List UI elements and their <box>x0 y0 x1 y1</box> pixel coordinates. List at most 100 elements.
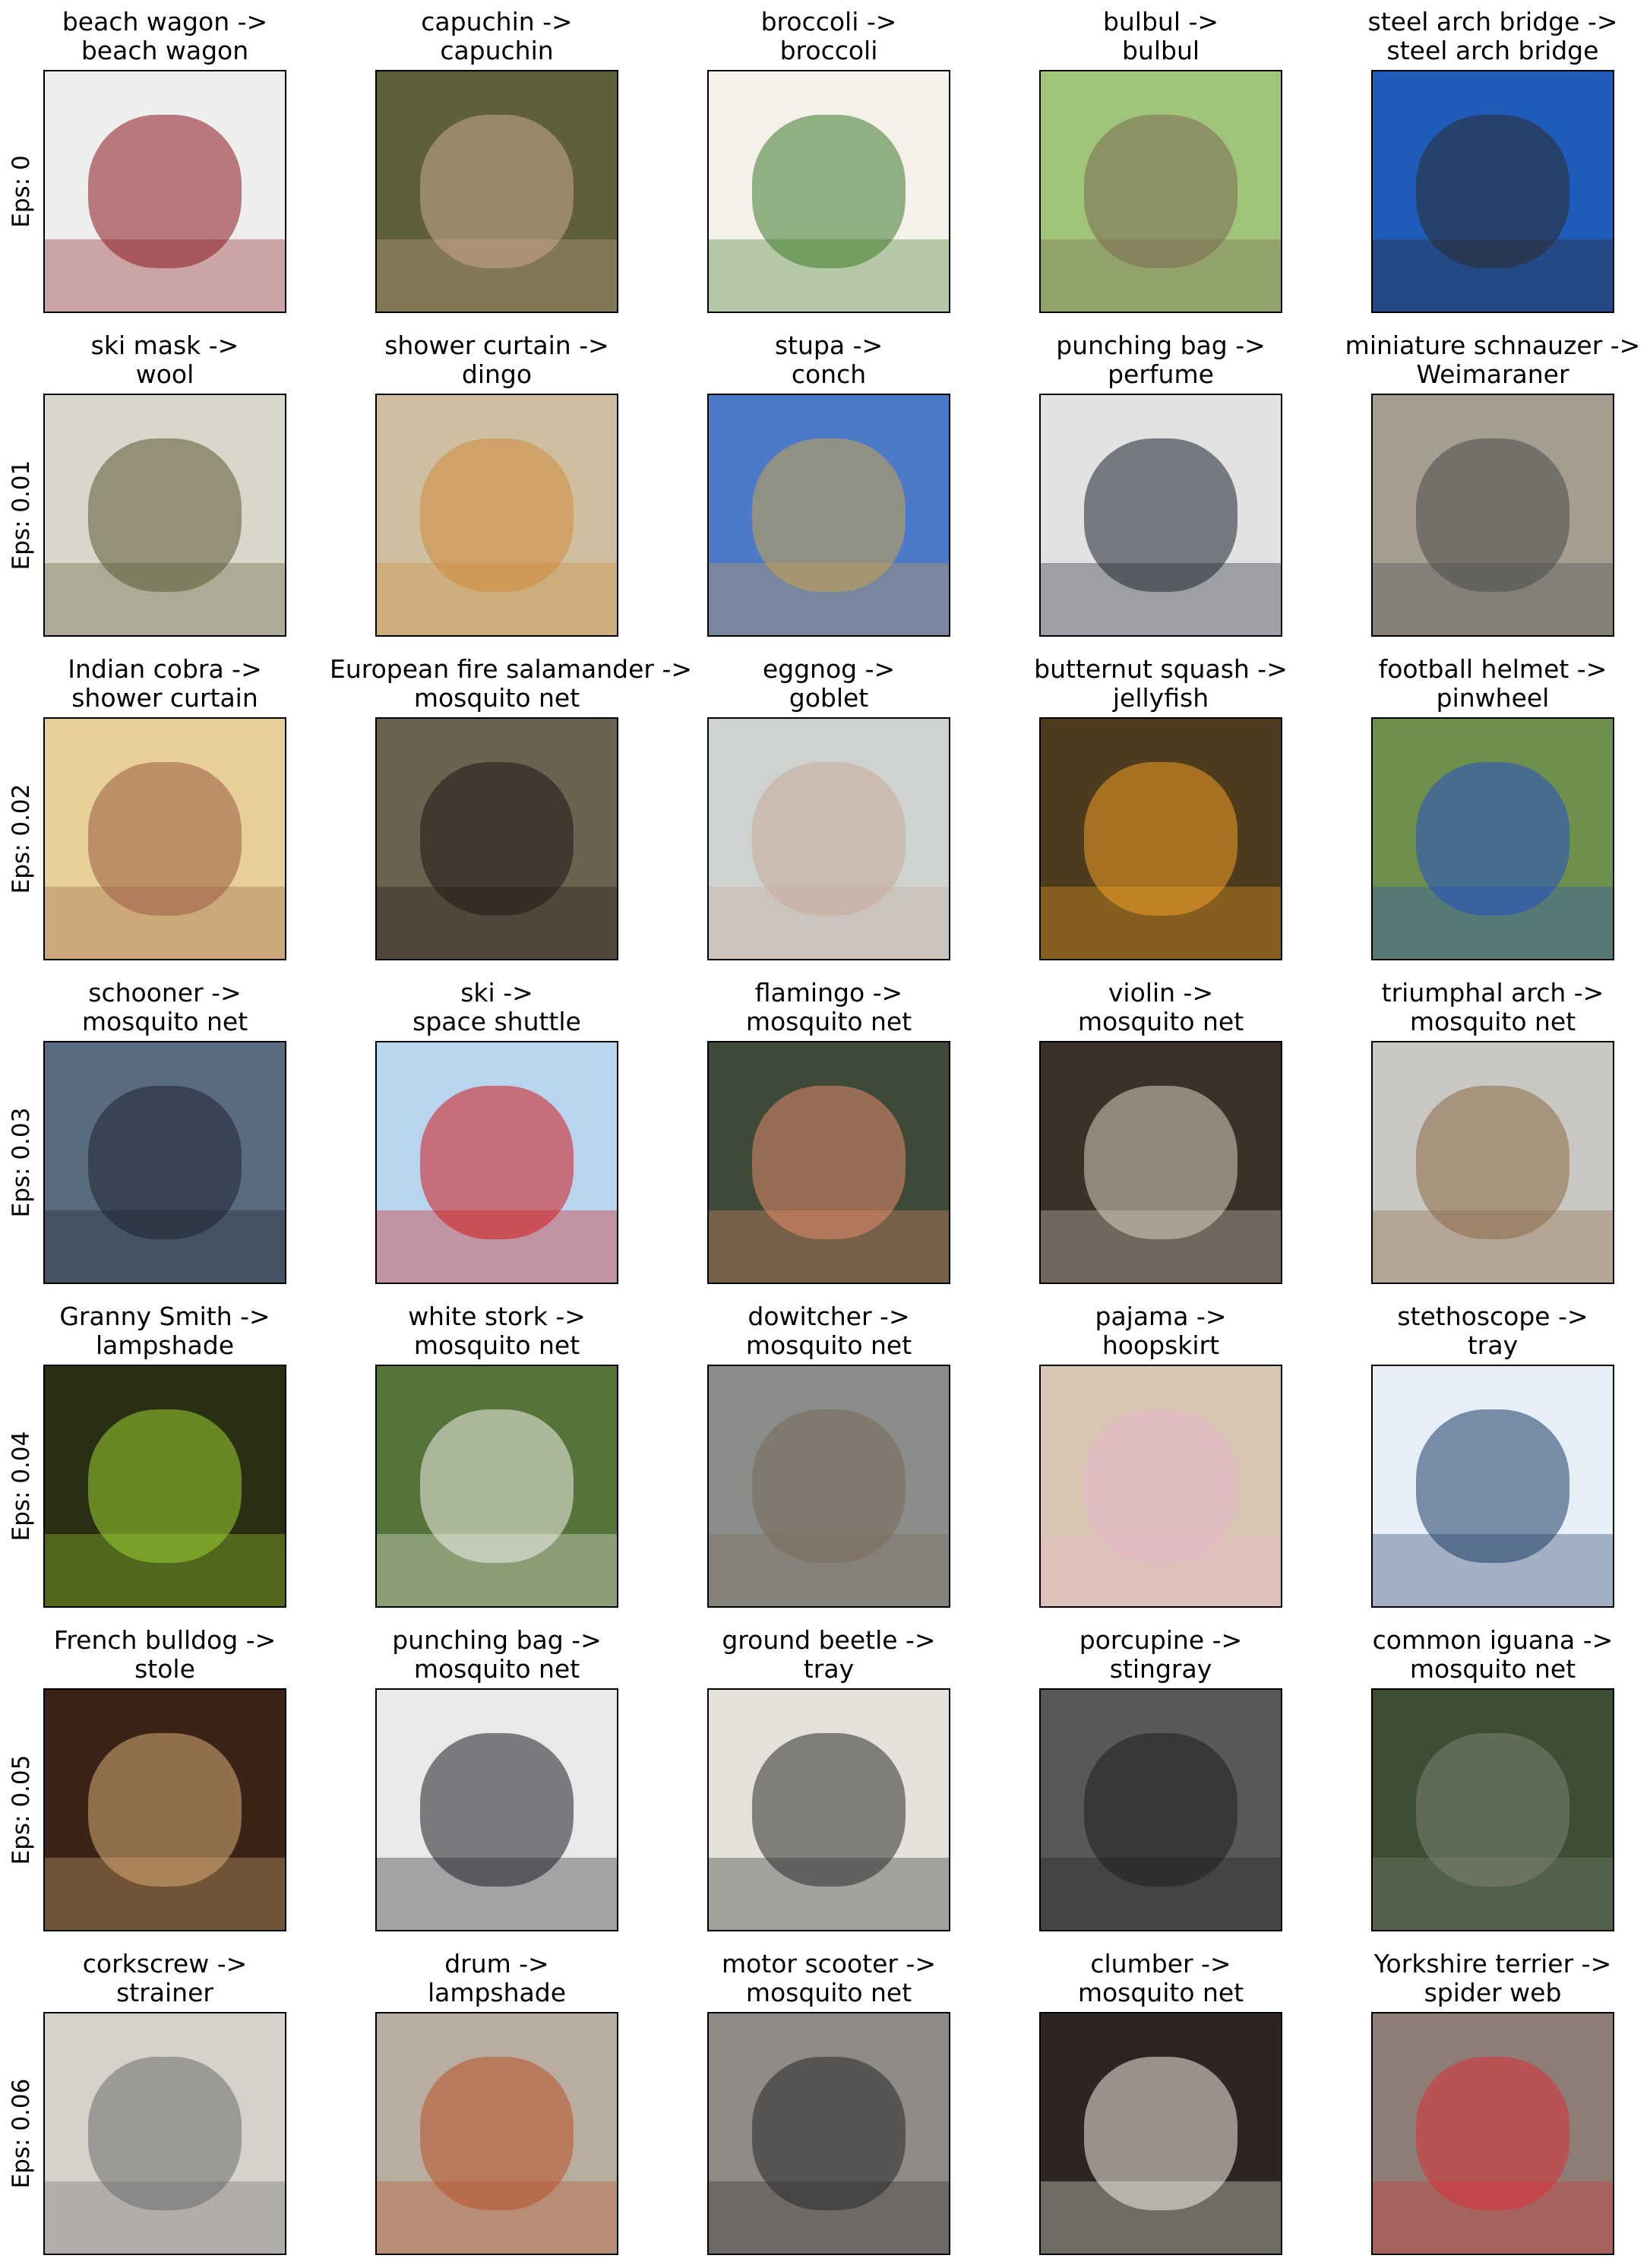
original-class-label: triumphal arch -> <box>1381 978 1604 1007</box>
sample-image <box>43 1365 286 1608</box>
sample-image <box>375 1041 618 1284</box>
original-class-label: drum -> <box>444 1949 549 1979</box>
predicted-class-label: bulbul <box>1121 36 1200 65</box>
image-subject-region <box>1083 114 1238 269</box>
sample-image <box>1039 717 1282 960</box>
sample-image <box>43 1041 286 1284</box>
panel-title: stupa -> conch <box>662 331 996 389</box>
original-class-label: capuchin -> <box>421 7 573 36</box>
panel-title: porcupine -> stingray <box>994 1626 1328 1684</box>
original-class-label: dowitcher -> <box>748 1302 910 1331</box>
panel-title: ski mask -> wool <box>0 331 332 389</box>
original-class-label: eggnog -> <box>762 654 896 684</box>
image-subject-region <box>751 438 906 593</box>
panel-title: European fire salamander -> mosquito net <box>330 654 693 713</box>
original-class-label: butternut squash -> <box>1034 654 1288 684</box>
original-class-label: Granny Smith -> <box>59 1302 270 1331</box>
image-subject-region <box>87 114 242 269</box>
original-class-label: corkscrew -> <box>82 1949 248 1979</box>
predicted-class-label: mosquito net <box>745 1978 912 2007</box>
original-class-label: beach wagon -> <box>62 7 268 36</box>
predicted-class-label: jellyfish <box>1112 683 1209 713</box>
image-subject-region <box>751 761 906 916</box>
panel-title: Indian cobra -> shower curtain <box>0 655 332 713</box>
original-class-label: shower curtain -> <box>384 331 609 360</box>
row-label-eps: Eps: 0.06 <box>8 2078 35 2189</box>
original-class-label: European fire salamander -> <box>330 654 693 684</box>
panel-title: white stork -> mosquito net <box>330 1302 664 1360</box>
panel-title: common iguana -> mosquito net <box>1326 1626 1650 1684</box>
predicted-class-label: mosquito net <box>1409 1654 1576 1684</box>
sample-image <box>1371 717 1614 960</box>
predicted-class-label: mosquito net <box>413 683 580 713</box>
original-class-label: porcupine -> <box>1079 1625 1243 1655</box>
panel-title: steel arch bridge -> steel arch bridge <box>1326 8 1650 65</box>
image-subject-region <box>1415 114 1570 269</box>
predicted-class-label: mosquito net <box>1077 1978 1244 2007</box>
original-class-label: steel arch bridge -> <box>1367 7 1618 36</box>
panel-title: eggnog -> goblet <box>662 655 996 713</box>
original-class-label: stupa -> <box>774 331 883 360</box>
predicted-class-label: Weimaraner <box>1416 359 1569 389</box>
panel-title: miniature schnauzer -> Weimaraner <box>1326 331 1650 389</box>
sample-image <box>707 1041 950 1284</box>
original-class-label: miniature schnauzer -> <box>1345 331 1641 360</box>
original-class-label: clumber -> <box>1090 1949 1231 1979</box>
row-label-eps: Eps: 0 <box>8 155 35 228</box>
predicted-class-label: beach wagon <box>81 36 249 65</box>
panel-title: violin -> mosquito net <box>994 979 1328 1036</box>
sample-image <box>1371 70 1614 313</box>
row-label-eps: Eps: 0.05 <box>8 1754 35 1865</box>
predicted-class-label: tray <box>1467 1330 1519 1360</box>
predicted-class-label: tray <box>803 1654 855 1684</box>
image-subject-region <box>419 438 574 593</box>
image-subject-region <box>419 114 574 269</box>
sample-image <box>707 394 950 637</box>
predicted-class-label: broccoli <box>779 36 878 65</box>
original-class-label: violin -> <box>1108 978 1214 1007</box>
panel-title: football helmet -> pinwheel <box>1326 655 1650 713</box>
panel-title: French bulldog -> stole <box>0 1626 332 1684</box>
panel-title: dowitcher -> mosquito net <box>662 1302 996 1360</box>
image-subject-region <box>1415 2056 1570 2211</box>
panel-title: broccoli -> broccoli <box>662 8 996 65</box>
image-subject-region <box>1083 1732 1238 1887</box>
sample-image <box>1371 394 1614 637</box>
image-subject-region <box>419 1732 574 1887</box>
sample-image <box>375 394 618 637</box>
sample-image <box>375 2012 618 2255</box>
predicted-class-label: dingo <box>461 359 533 389</box>
panel-title: pajama -> hoopskirt <box>994 1302 1328 1360</box>
original-class-label: broccoli -> <box>760 7 897 36</box>
sample-image <box>1039 1365 1282 1608</box>
image-subject-region <box>751 2056 906 2211</box>
sample-image <box>43 70 286 313</box>
original-class-label: French bulldog -> <box>53 1625 277 1655</box>
predicted-class-label: steel arch bridge <box>1386 36 1599 65</box>
panel-title: ski -> space shuttle <box>330 979 664 1036</box>
predicted-class-label: goblet <box>789 683 869 713</box>
sample-image <box>43 394 286 637</box>
predicted-class-label: lampshade <box>427 1978 567 2007</box>
panel-title: schooner -> mosquito net <box>0 979 332 1036</box>
predicted-class-label: shower curtain <box>71 683 258 713</box>
panel-title: Granny Smith -> lampshade <box>0 1302 332 1360</box>
image-subject-region <box>751 1085 906 1240</box>
panel-title: corkscrew -> strainer <box>0 1950 332 2007</box>
original-class-label: football helmet -> <box>1378 654 1607 684</box>
image-subject-region <box>87 2056 242 2211</box>
sample-image <box>1371 1688 1614 1931</box>
image-subject-region <box>419 1409 574 1564</box>
image-subject-region <box>87 1732 242 1887</box>
sample-image <box>1039 70 1282 313</box>
row-label-eps: Eps: 0.01 <box>8 460 35 571</box>
sample-image <box>43 2012 286 2255</box>
image-subject-region <box>1083 1409 1238 1564</box>
panel-title: punching bag -> mosquito net <box>330 1626 664 1684</box>
sample-image <box>1039 394 1282 637</box>
predicted-class-label: spider web <box>1424 1978 1562 2007</box>
image-subject-region <box>1083 2056 1238 2211</box>
predicted-class-label: space shuttle <box>412 1007 581 1036</box>
row-label-eps: Eps: 0.03 <box>8 1107 35 1218</box>
original-class-label: punching bag -> <box>392 1625 602 1655</box>
